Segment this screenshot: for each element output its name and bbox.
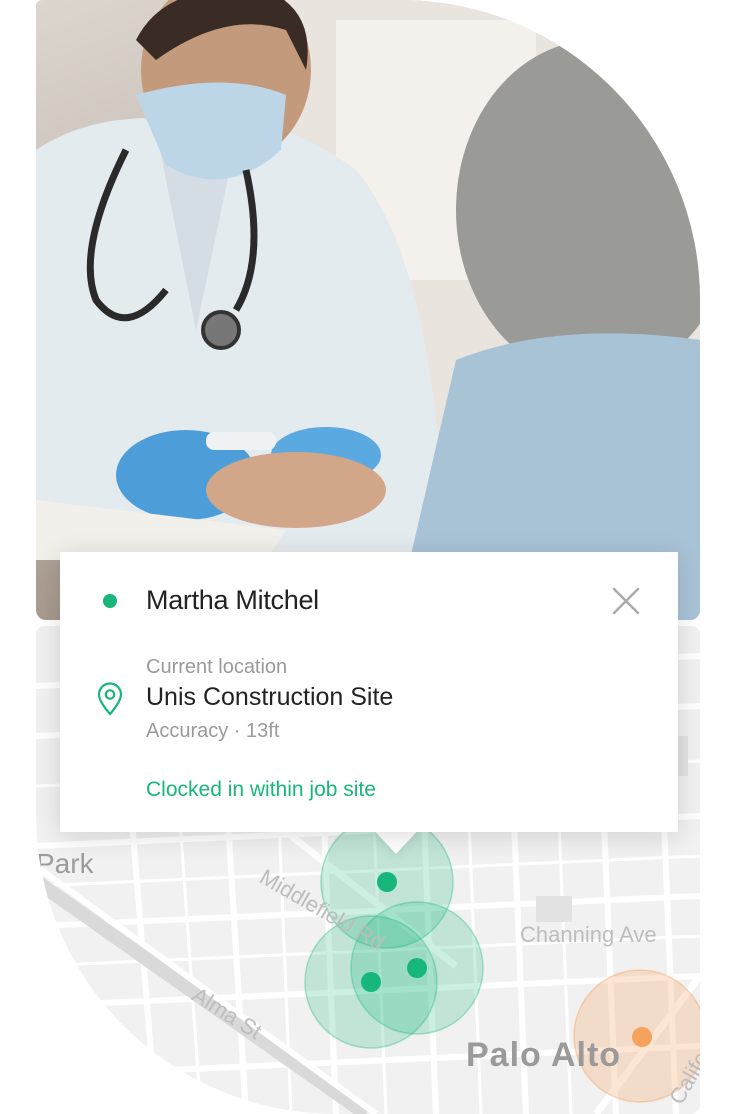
employee-info-card: Martha Mitchel Current location Unis Con… [60,552,678,832]
employee-name: Martha Mitchel [146,585,319,615]
hero-photo [36,0,700,620]
location-accuracy: Accuracy · 13ft [146,720,280,742]
map-label-park: Park [36,848,94,879]
location-name: Unis Construction Site [146,683,394,711]
status-indicator [103,594,117,608]
clock-status[interactable]: Clocked in within job site [146,778,376,802]
map-label-channing: Channing Ave [520,922,657,947]
employee-marker [377,872,397,892]
close-icon[interactable] [610,585,642,617]
map-pin-icon [96,682,124,716]
employee-marker [407,958,427,978]
location-caption: Current location [146,656,288,678]
employee-marker-alert [632,1027,652,1047]
employee-marker [361,972,381,992]
map-label-palo-alto: Palo Alto [466,1036,622,1074]
